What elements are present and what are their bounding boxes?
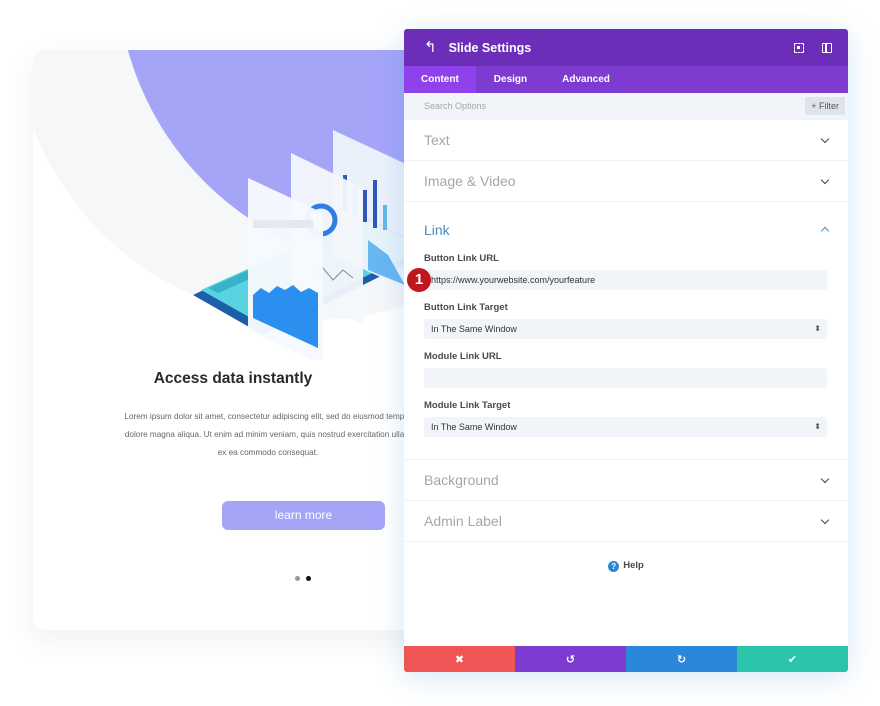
tab-content[interactable]: Content [404,66,476,93]
chevron-up-icon [820,226,830,236]
slide-title: Access data instantly [153,370,313,387]
section-background[interactable]: Background [404,460,848,501]
button-link-target-select[interactable]: In The Same Window [424,319,827,339]
undo-arrow-icon[interactable]: ↰ [424,40,437,55]
section-text[interactable]: Text [404,120,848,161]
help-label: Help [623,560,644,571]
learn-more-button[interactable]: learn more [222,501,385,530]
panel-title: Slide Settings [448,40,532,55]
data-illustration [193,130,433,360]
chevron-down-icon [820,515,830,524]
module-link-url-field: Module Link URL [424,351,828,388]
section-admin-label[interactable]: Admin Label [404,501,848,542]
save-button[interactable]: ✔ [737,646,848,672]
body-line: Lorem ipsum dolor sit amet, consectetur … [124,412,412,421]
field-label: Module Link Target [424,400,511,411]
search-bar: + Filter [404,93,848,120]
section-title: Link [424,221,450,238]
field-label: Button Link Target [424,302,508,313]
button-link-url-input[interactable]: 1 https://www.yourwebsite.com/yourfeatur… [407,268,827,292]
chevron-down-icon [820,134,830,143]
help-link[interactable]: ? Help [404,560,848,572]
body-line: dolore magna aliqua. Ut enim ad minim ve… [124,430,412,439]
section-title: Background [424,472,499,488]
slide-settings-panel: ↰ Slide Settings Content Design Advanced… [404,29,848,672]
module-link-url-input[interactable] [424,368,827,388]
panel-header: ↰ Slide Settings [404,29,848,66]
button-link-url-field: Button Link URL 1 https://www.yourwebsit… [407,253,828,292]
field-label: Module Link URL [424,351,502,362]
step-badge: 1 [407,268,431,292]
slide-dot-2[interactable] [306,576,311,581]
module-link-target-select[interactable]: In The Same Window [424,417,827,437]
search-options-input[interactable] [424,101,806,111]
panel-tabs: Content Design Advanced [404,66,848,93]
link-section-body: Button Link URL 1 https://www.yourwebsit… [404,253,848,460]
chevron-down-icon [820,175,830,184]
button-link-target-field: Button Link Target In The Same Window [424,302,828,339]
slide-dot-1[interactable] [295,576,300,581]
expand-icon[interactable] [794,42,804,53]
tab-advanced[interactable]: Advanced [545,66,627,93]
section-title: Admin Label [424,513,502,529]
section-title: Image & Video [424,173,516,189]
slide-preview-card: Access data instantly Lorem ipsum dolor … [33,50,433,630]
split-view-icon[interactable] [822,42,832,53]
tab-design[interactable]: Design [476,66,545,93]
section-image-video[interactable]: Image & Video [404,161,848,202]
body-line: ex ea commodo consequat. [217,448,319,457]
slide-body-text: Lorem ipsum dolor sit amet, consectetur … [103,408,433,462]
input-value: https://www.yourwebsite.com/yourfeature [431,275,596,285]
section-title: Text [424,132,450,148]
field-label: Button Link URL [424,253,499,264]
section-link[interactable]: Link [404,202,848,253]
filter-button[interactable]: + Filter [805,97,845,115]
help-icon: ? [608,561,620,572]
redo-button[interactable]: ↻ [626,646,737,672]
undo-button[interactable]: ↺ [515,646,626,672]
slide-pagination [295,576,311,581]
module-link-target-field: Module Link Target In The Same Window [424,400,828,437]
cancel-button[interactable]: ✖ [404,646,515,672]
panel-footer: ✖ ↺ ↻ ✔ [404,646,848,672]
chevron-down-icon [820,474,830,483]
